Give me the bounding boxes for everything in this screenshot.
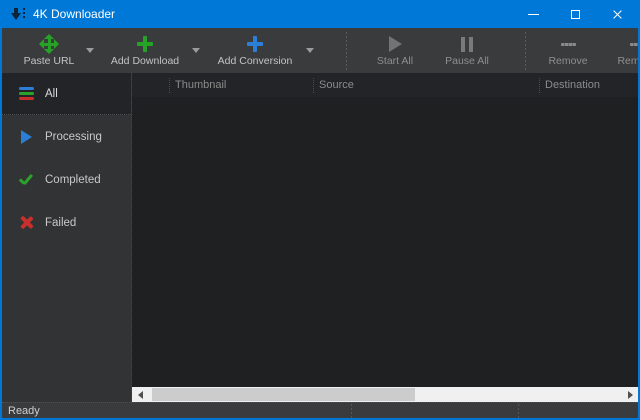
chevron-down-icon bbox=[306, 48, 314, 53]
close-icon bbox=[612, 9, 623, 20]
pause-icon bbox=[461, 34, 473, 54]
toolbar-separator bbox=[346, 32, 347, 70]
chevron-down-icon bbox=[192, 48, 200, 53]
pause-all-label: Pause All bbox=[445, 55, 489, 67]
app-icon bbox=[10, 6, 26, 22]
add-conversion-label: Add Conversion bbox=[218, 55, 293, 67]
sidebar-item-failed[interactable]: Failed bbox=[2, 201, 131, 244]
scrollbar-thumb[interactable] bbox=[152, 388, 415, 401]
minus-icon bbox=[561, 34, 576, 54]
download-list-panel: Thumbnail Source Destination bbox=[132, 73, 638, 402]
sidebar-item-label: All bbox=[45, 88, 58, 100]
chevron-down-icon bbox=[86, 48, 94, 53]
paste-url-plus-icon bbox=[39, 34, 59, 54]
status-separator bbox=[351, 404, 352, 418]
start-all-label: Start All bbox=[377, 55, 413, 67]
filter-sidebar: All Processing Completed Failed bbox=[2, 73, 132, 402]
sidebar-item-label: Completed bbox=[45, 174, 101, 186]
status-bar: Ready bbox=[2, 402, 638, 418]
app-window: 4K Downloader Paste URL Add Download bbox=[0, 0, 640, 420]
x-icon bbox=[18, 215, 34, 231]
add-conversion-dropdown[interactable] bbox=[300, 30, 320, 72]
sidebar-item-processing[interactable]: Processing bbox=[2, 115, 131, 158]
scroll-right-button[interactable] bbox=[622, 387, 638, 402]
title-bar[interactable]: 4K Downloader bbox=[2, 0, 638, 28]
remove-button[interactable]: Remove bbox=[540, 30, 596, 72]
paste-url-label: Paste URL bbox=[24, 55, 75, 67]
toolbar-separator bbox=[525, 32, 526, 70]
status-text: Ready bbox=[8, 405, 40, 417]
sidebar-item-label: Processing bbox=[45, 131, 102, 143]
sidebar-item-label: Failed bbox=[45, 217, 76, 229]
remove-button-2[interactable]: Remove bbox=[602, 30, 638, 72]
close-button[interactable] bbox=[596, 0, 638, 28]
download-list-empty[interactable] bbox=[132, 97, 638, 387]
list-header: Thumbnail Source Destination bbox=[132, 73, 638, 97]
minimize-button[interactable] bbox=[512, 0, 554, 28]
toolbar: Paste URL Add Download Add Conversion St… bbox=[2, 28, 638, 73]
content-area: All Processing Completed Failed Thumbnai… bbox=[2, 73, 638, 402]
column-header-source[interactable]: Source bbox=[313, 78, 539, 93]
chevron-left-icon bbox=[138, 391, 143, 399]
pause-all-button[interactable]: Pause All bbox=[435, 30, 499, 72]
maximize-button[interactable] bbox=[554, 0, 596, 28]
add-download-plus-icon bbox=[136, 34, 154, 54]
column-header-thumbnail[interactable]: Thumbnail bbox=[169, 78, 313, 93]
scroll-left-button[interactable] bbox=[132, 387, 148, 402]
play-icon bbox=[389, 34, 402, 54]
add-conversion-plus-icon bbox=[246, 34, 264, 54]
minus-icon bbox=[630, 34, 639, 54]
add-download-dropdown[interactable] bbox=[186, 30, 206, 72]
filter-lines-icon bbox=[18, 86, 34, 102]
add-download-label: Add Download bbox=[111, 55, 179, 67]
window-controls bbox=[512, 0, 638, 28]
sidebar-item-completed[interactable]: Completed bbox=[2, 158, 131, 201]
chevron-right-icon bbox=[628, 391, 633, 399]
remove-2-label: Remove bbox=[617, 55, 638, 67]
window-title: 4K Downloader bbox=[33, 7, 115, 21]
play-icon bbox=[18, 129, 34, 145]
add-conversion-button[interactable]: Add Conversion bbox=[210, 30, 300, 72]
add-download-button[interactable]: Add Download bbox=[104, 30, 186, 72]
status-separator bbox=[518, 404, 519, 418]
horizontal-scrollbar[interactable] bbox=[132, 387, 638, 402]
sidebar-item-all[interactable]: All bbox=[2, 73, 131, 115]
remove-label: Remove bbox=[548, 55, 587, 67]
paste-url-dropdown[interactable] bbox=[80, 30, 100, 72]
paste-url-button[interactable]: Paste URL bbox=[18, 30, 80, 72]
start-all-button[interactable]: Start All bbox=[363, 30, 427, 72]
maximize-icon bbox=[571, 10, 580, 19]
column-header-destination[interactable]: Destination bbox=[539, 78, 638, 93]
sidebar-filler bbox=[2, 244, 131, 402]
check-icon bbox=[18, 172, 34, 188]
minimize-icon bbox=[528, 14, 539, 15]
